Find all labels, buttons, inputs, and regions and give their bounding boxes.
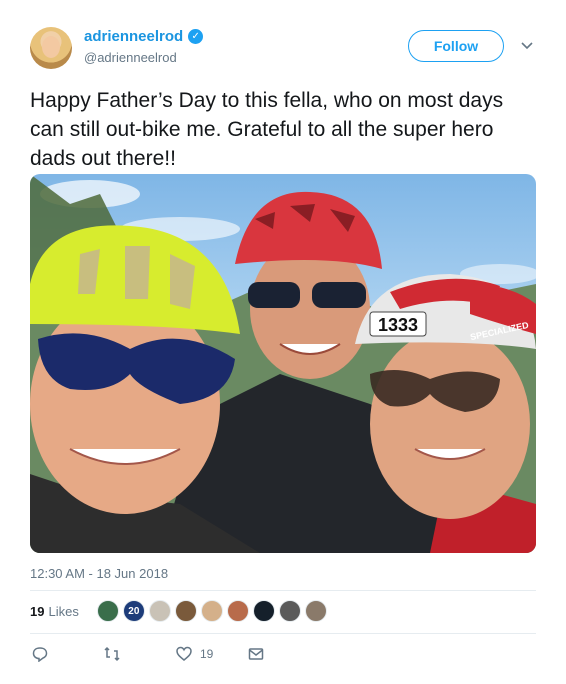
like-count: 19: [200, 647, 214, 661]
tweet-timestamp[interactable]: 12:30 AM - 18 Jun 2018: [30, 566, 168, 581]
reply-icon: [32, 647, 48, 662]
display-name[interactable]: adrienneelrod: [84, 28, 183, 45]
user-name-row: adrienneelrod ✓: [84, 28, 204, 45]
likes-row: 19 Likes 20: [30, 600, 327, 622]
helmet-number: 1333: [378, 315, 418, 335]
liker-avatar[interactable]: [278, 600, 301, 622]
retweet-button[interactable]: [104, 646, 120, 662]
divider: [30, 590, 536, 591]
liker-avatar[interactable]: [200, 600, 223, 622]
user-avatar[interactable]: [30, 27, 72, 69]
verified-badge-icon: ✓: [188, 29, 204, 44]
liker-avatar[interactable]: [174, 600, 197, 622]
likes-count[interactable]: 19: [30, 604, 44, 619]
like-button[interactable]: 19: [176, 646, 213, 662]
heart-icon: [176, 646, 192, 661]
liker-avatar[interactable]: [252, 600, 275, 622]
liker-avatar[interactable]: [304, 600, 327, 622]
liker-avatar[interactable]: [226, 600, 249, 622]
liker-avatar[interactable]: [148, 600, 171, 622]
tweet-actions: 19: [30, 646, 536, 666]
dm-button[interactable]: [248, 646, 264, 662]
reply-button[interactable]: [32, 646, 48, 662]
envelope-icon: [248, 648, 264, 660]
liker-avatar[interactable]: 20: [122, 600, 145, 622]
retweet-icon: [104, 646, 120, 662]
follow-button[interactable]: Follow: [408, 30, 504, 62]
user-handle[interactable]: @adrienneelrod: [84, 50, 177, 65]
divider: [30, 633, 536, 634]
tweet-text: Happy Father’s Day to this fella, who on…: [30, 89, 504, 170]
likers-list: 20: [96, 600, 327, 622]
likes-label[interactable]: Likes: [48, 604, 78, 619]
liker-avatar[interactable]: [96, 600, 119, 622]
tweet-photo[interactable]: 1333 SPECIALIZED: [30, 174, 536, 553]
chevron-down-icon[interactable]: [520, 38, 534, 52]
